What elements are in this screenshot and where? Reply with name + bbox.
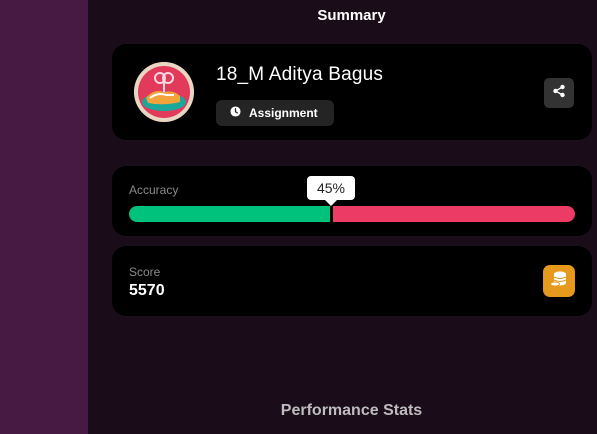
share-button[interactable] [544,78,574,108]
avatar [134,62,194,122]
accuracy-correct-segment [129,206,330,222]
coins-icon-button [543,265,575,297]
page-title: Summary [317,7,386,24]
accuracy-incorrect-segment [333,206,575,222]
badge-label: Assignment [249,106,318,120]
score-card: Score 5570 [112,246,592,316]
share-icon [552,84,566,103]
profile-card: 18_M Aditya Bagus Assignment [112,44,592,140]
performance-stats-heading: Performance Stats [280,402,423,419]
avatar-illustration [134,62,194,122]
accuracy-label: Accuracy [129,183,179,197]
clock-icon [230,106,241,120]
score-value: 5570 [129,282,165,299]
main-panel: Summary 18_M Aditya Bagus Assignment Acc… [88,0,597,434]
coins-icon [549,269,569,294]
accuracy-percent-tooltip: 45% [307,176,355,206]
accuracy-bar: 45% [129,176,575,222]
participant-name: 18_M Aditya Bagus [216,64,384,85]
left-sidebar [0,0,88,434]
score-label: Score [129,265,161,279]
assignment-badge: Assignment [216,100,334,126]
accuracy-card: Accuracy 45% [112,166,592,236]
